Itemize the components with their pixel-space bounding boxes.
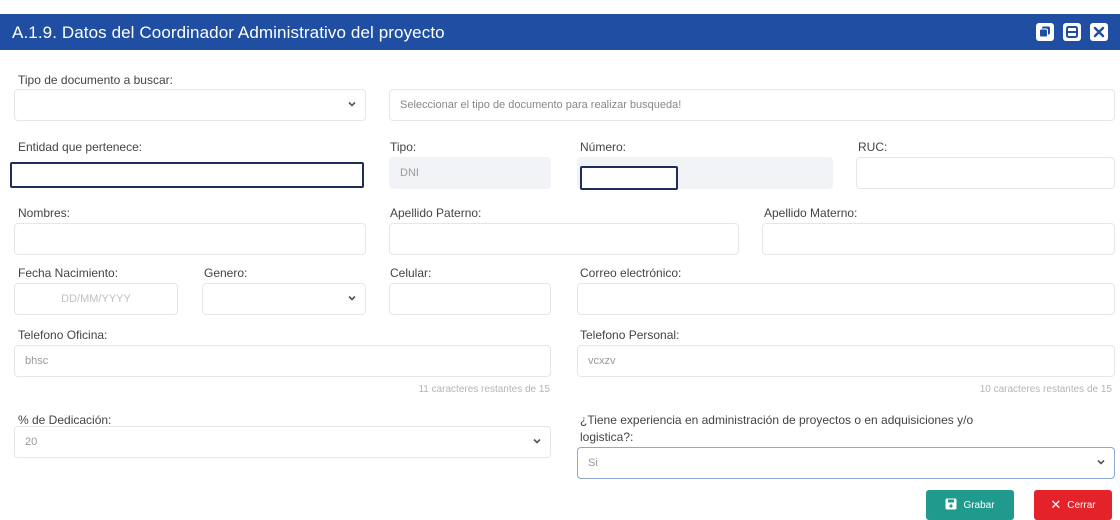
header-actions xyxy=(1036,23,1108,41)
telefono-oficina-input[interactable]: bhsc xyxy=(14,345,551,377)
minimize-icon[interactable] xyxy=(1063,23,1081,41)
apellido-materno-label: Apellido Materno: xyxy=(764,206,858,220)
dedicacion-select[interactable]: 20 xyxy=(14,426,551,458)
apellido-paterno-input[interactable] xyxy=(389,223,739,255)
entidad-input[interactable] xyxy=(10,162,364,188)
top-strip xyxy=(0,0,1120,14)
telefono-personal-helper: 10 caracteres restantes de 15 xyxy=(979,384,1112,395)
ruc-label: RUC: xyxy=(858,140,888,154)
experiencia-label-line2: logistica?: xyxy=(580,430,634,444)
doc-type-label: Tipo de documento a buscar: xyxy=(18,73,173,87)
save-icon xyxy=(945,498,957,513)
telefono-oficina-helper: 11 caracteres restantes de 15 xyxy=(418,384,550,395)
copy-icon[interactable] xyxy=(1036,23,1054,41)
entidad-label: Entidad que pertenece: xyxy=(18,140,143,154)
chevron-down-icon xyxy=(1097,459,1105,465)
telefono-personal-input[interactable]: vcxzv xyxy=(577,345,1115,377)
experiencia-label-line1: ¿Tiene experiencia en administración de … xyxy=(580,413,974,427)
chevron-down-icon xyxy=(348,295,356,301)
dialog-header: A.1.9. Datos del Coordinador Administrat… xyxy=(0,14,1120,50)
numero-input[interactable] xyxy=(580,166,678,190)
celular-input[interactable] xyxy=(389,283,551,315)
celular-label: Celular: xyxy=(390,266,432,280)
tipo-label: Tipo: xyxy=(390,140,417,154)
tipo-field: DNI xyxy=(389,157,551,189)
doc-type-select[interactable] xyxy=(14,89,366,121)
apellido-materno-input[interactable] xyxy=(762,223,1115,255)
experiencia-select[interactable]: Si xyxy=(577,447,1115,479)
close-x-icon: ✕ xyxy=(1050,497,1062,512)
doc-search-hint: Seleccionar el tipo de documento para re… xyxy=(389,89,1115,121)
dedicacion-label: % de Dedicación: xyxy=(18,413,112,427)
chevron-down-icon xyxy=(533,438,541,444)
nombres-label: Nombres: xyxy=(18,206,71,220)
genero-select[interactable] xyxy=(202,283,366,315)
telefono-oficina-label: Telefono Oficina: xyxy=(18,328,108,342)
telefono-personal-label: Telefono Personal: xyxy=(580,328,680,342)
correo-input[interactable] xyxy=(577,283,1115,315)
numero-label: Número: xyxy=(580,140,627,154)
close-icon[interactable] xyxy=(1090,23,1108,41)
chevron-down-icon xyxy=(348,101,356,107)
fecha-nacimiento-input[interactable]: DD/MM/YYYY xyxy=(14,283,178,315)
genero-label: Genero: xyxy=(204,266,248,280)
apellido-paterno-label: Apellido Paterno: xyxy=(390,206,482,220)
fecha-nacimiento-label: Fecha Nacimiento: xyxy=(18,266,119,280)
ruc-input[interactable] xyxy=(856,157,1115,189)
nombres-input[interactable] xyxy=(14,223,366,255)
save-button[interactable]: Grabar xyxy=(926,490,1014,520)
dialog-title: A.1.9. Datos del Coordinador Administrat… xyxy=(12,23,445,42)
close-button[interactable]: ✕ Cerrar xyxy=(1034,490,1112,520)
correo-label: Correo electrónico: xyxy=(580,266,682,280)
